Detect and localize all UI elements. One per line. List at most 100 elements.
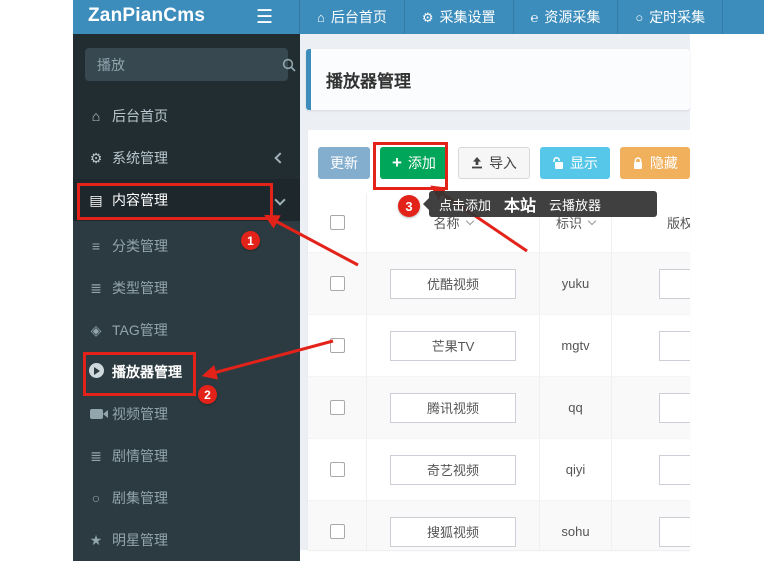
column-header-code[interactable]: 标识 — [540, 193, 612, 252]
sidebar: ⌂ 后台首页 ⚙ 系统管理 ▤ 内容管理 ≡ 分类管理 ≣ 类型管理 ◈ TAG… — [73, 34, 300, 550]
player-code: qiyi — [566, 462, 586, 477]
nav-item-collect-settings[interactable]: ⚙ 采集设置 — [405, 0, 514, 34]
sidebar-item-tag[interactable]: ◈ TAG管理 — [73, 309, 300, 351]
player-code: mgtv — [561, 338, 589, 353]
unlock-icon — [552, 157, 564, 170]
nav-item-label: 采集设置 — [440, 7, 496, 27]
sidebar-item-dashboard[interactable]: ⌂ 后台首页 — [73, 95, 300, 137]
player-name-input[interactable] — [390, 455, 516, 485]
player-name-input[interactable] — [390, 269, 516, 299]
navbar-items: ⌂ 后台首页 ⚙ 采集设置 ℮ 资源采集 ○ 定时采集 — [300, 0, 764, 34]
player-version-input[interactable] — [659, 517, 690, 547]
sidebar-item-video[interactable]: 视频管理 — [73, 393, 300, 435]
lock-icon — [632, 157, 644, 170]
star-icon: ★ — [86, 532, 106, 549]
player-version-input[interactable] — [659, 269, 690, 299]
sidebar-item-episode[interactable]: ○ 剧集管理 — [73, 477, 300, 519]
row-checkbox[interactable] — [330, 524, 345, 539]
toolbar: 更新 + 添加 导入 显示 隐藏 删除 — [318, 147, 690, 179]
hide-button[interactable]: 隐藏 — [620, 147, 690, 179]
player-version-input[interactable] — [659, 455, 690, 485]
sidebar-item-type[interactable]: ≣ 类型管理 — [73, 267, 300, 309]
sidebar-submenu: ≡ 分类管理 ≣ 类型管理 ◈ TAG管理 播放器管理 视频管理 ≣ 剧情管理 — [73, 221, 300, 561]
update-label: 更新 — [330, 153, 358, 173]
player-name-input[interactable] — [390, 331, 516, 361]
nav-item-home[interactable]: ⌂ 后台首页 — [300, 0, 405, 34]
home-icon: ⌂ — [317, 11, 325, 24]
sidebar-item-player[interactable]: 播放器管理 — [73, 351, 300, 393]
table-row: qiyi — [308, 439, 690, 501]
nav-item-label: 资源采集 — [544, 7, 600, 27]
sidebar-item-label: TAG管理 — [112, 320, 168, 340]
player-name-input[interactable] — [390, 517, 516, 547]
bars-icon: ≡ — [86, 238, 106, 254]
table-header-row: 名称 标识 版权 — [308, 193, 690, 253]
table-row: mgtv — [308, 315, 690, 377]
chevron-left-icon — [276, 151, 284, 165]
sidebar-item-label: 系统管理 — [112, 148, 168, 168]
upload-icon — [471, 157, 483, 169]
table-row: yuku — [308, 253, 690, 315]
player-code: sohu — [561, 524, 589, 539]
page-title: 播放器管理 — [326, 67, 411, 92]
import-label: 导入 — [489, 153, 517, 173]
player-code: qq — [568, 400, 582, 415]
content-icon: ▤ — [86, 192, 106, 209]
play-circle-icon — [86, 363, 106, 381]
player-version-input[interactable] — [659, 331, 690, 361]
nav-item-timed-collect[interactable]: ○ 定时采集 — [618, 0, 723, 34]
sidebar-item-system[interactable]: ⚙ 系统管理 — [73, 137, 300, 179]
sidebar-item-label: 分类管理 — [112, 236, 168, 256]
add-label: 添加 — [408, 153, 436, 173]
sidebar-toggle-icon[interactable]: ☰ — [256, 6, 273, 29]
sidebar-item-category[interactable]: ≡ 分类管理 — [73, 225, 300, 267]
top-navbar: ZanPianCms ☰ ⌂ 后台首页 ⚙ 采集设置 ℮ 资源采集 ○ 定时采集 — [73, 0, 764, 34]
page-header-panel: 播放器管理 — [306, 49, 690, 110]
nav-item-resource-collect[interactable]: ℮ 资源采集 — [514, 0, 619, 34]
sidebar-item-label: 明星管理 — [112, 530, 168, 550]
header-label: 标识 — [556, 213, 582, 232]
sidebar-item-label: 视频管理 — [112, 404, 168, 424]
sidebar-item-content[interactable]: ▤ 内容管理 — [73, 179, 300, 221]
row-checkbox[interactable] — [330, 276, 345, 291]
row-checkbox[interactable] — [330, 400, 345, 415]
sidebar-item-label: 播放器管理 — [112, 362, 182, 382]
player-version-input[interactable] — [659, 393, 690, 423]
timer-icon: ○ — [635, 11, 643, 24]
update-button[interactable]: 更新 — [318, 147, 370, 179]
row-checkbox[interactable] — [330, 462, 345, 477]
list-icon: ≣ — [86, 280, 106, 297]
gear-icon: ⚙ — [422, 11, 434, 24]
sidebar-item-label: 类型管理 — [112, 278, 168, 298]
table-row: sohu — [308, 501, 690, 550]
sort-caret-icon — [465, 217, 473, 225]
search-icon[interactable] — [282, 58, 296, 72]
column-header-name[interactable]: 名称 — [367, 193, 540, 252]
sidebar-item-label: 内容管理 — [112, 190, 168, 210]
header-label: 版权 — [667, 213, 690, 232]
table-row: qq — [308, 377, 690, 439]
show-button[interactable]: 显示 — [540, 147, 610, 179]
circle-icon: ○ — [86, 490, 106, 506]
nav-item-label: 后台首页 — [331, 7, 387, 27]
plus-icon: + — [392, 154, 402, 171]
logo-area[interactable]: ZanPianCms ☰ — [73, 0, 300, 34]
sidebar-item-label: 剧情管理 — [112, 446, 168, 466]
video-camera-icon — [86, 406, 106, 422]
player-table-box: 更新 + 添加 导入 显示 隐藏 删除 — [308, 130, 690, 550]
sidebar-item-star[interactable]: ★ 明星管理 — [73, 519, 300, 561]
import-button[interactable]: 导入 — [458, 147, 530, 179]
add-button[interactable]: + 添加 — [380, 147, 448, 179]
player-name-input[interactable] — [390, 393, 516, 423]
select-all-checkbox[interactable] — [330, 215, 345, 230]
sidebar-search[interactable] — [85, 48, 288, 81]
gears-icon: ⚙ — [86, 150, 106, 167]
row-checkbox[interactable] — [330, 338, 345, 353]
sidebar-item-label: 后台首页 — [112, 106, 168, 126]
column-header-version: 版权 — [612, 193, 690, 252]
sidebar-item-plot[interactable]: ≣ 剧情管理 — [73, 435, 300, 477]
tags-icon: ◈ — [86, 322, 106, 339]
search-input[interactable] — [85, 57, 278, 73]
chevron-down-icon — [276, 193, 284, 207]
header-label: 名称 — [433, 213, 459, 232]
